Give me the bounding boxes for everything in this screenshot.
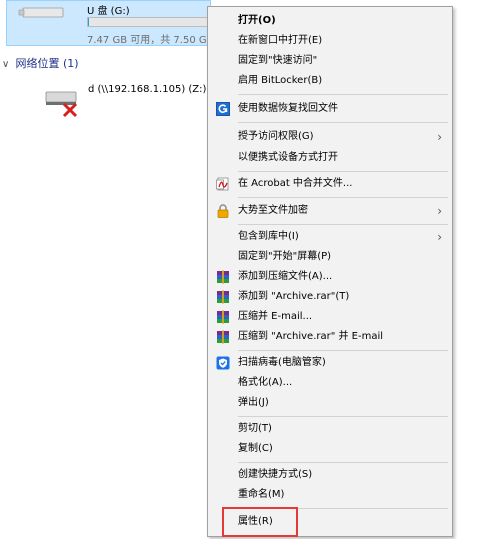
menu-item-pin-quick-access[interactable]: 固定到"快速访问" (208, 51, 452, 71)
menu-item-portable-device[interactable]: 以便携式设备方式打开 (208, 148, 452, 168)
menu-item-acrobat-merge[interactable]: 在 Acrobat 中合并文件... (208, 174, 452, 194)
winrar-icon (217, 330, 229, 344)
menu-item-scan-virus[interactable]: 扫描病毒(电脑管家) (208, 353, 452, 373)
menu-item-open[interactable]: 打开(O) (208, 11, 452, 31)
menu-item-pin-start[interactable]: 固定到"开始"屏幕(P) (208, 247, 452, 267)
winrar-icon (217, 270, 229, 284)
network-drive-name[interactable]: d (\\192.168.1.105) (Z:) (88, 84, 206, 95)
security-shield-icon (216, 356, 230, 370)
chevron-right-icon: › (437, 204, 442, 218)
menu-item-encrypt[interactable]: 大势至文件加密 › (208, 201, 452, 221)
chevron-right-icon: › (437, 130, 442, 144)
usb-drive-icon (18, 7, 64, 18)
menu-item-label: 以便携式设备方式打开 (238, 152, 338, 163)
menu-item-copy[interactable]: 复制(C) (208, 439, 452, 459)
menu-item-grant-access[interactable]: 授予访问权限(G) › (208, 127, 452, 147)
menu-item-label: 压缩并 E-mail... (238, 311, 313, 322)
menu-item-data-recovery[interactable]: 使用数据恢复找回文件 (208, 99, 452, 119)
menu-item-label: 打开(O) (238, 15, 276, 26)
properties-highlight-box (222, 507, 298, 537)
menu-item-label: 创建快捷方式(S) (238, 469, 313, 480)
winrar-icon (217, 290, 229, 304)
menu-item-add-archive-rar[interactable]: 添加到 "Archive.rar"(T) (208, 287, 452, 307)
lock-icon (217, 204, 229, 218)
menu-item-label: 固定到"开始"屏幕(P) (238, 251, 332, 262)
menu-separator (238, 122, 448, 123)
file-explorer-pane: U 盘 (G:) 7.47 GB 可用，共 7.50 G ∨ 网络位置 (1) … (0, 0, 488, 539)
menu-separator (238, 350, 448, 351)
menu-separator (238, 94, 448, 95)
chevron-right-icon: › (437, 230, 442, 244)
chevron-down-icon[interactable]: ∨ (2, 59, 12, 70)
menu-item-include-library[interactable]: 包含到库中(I) › (208, 227, 452, 247)
menu-item-label: 添加到 "Archive.rar"(T) (238, 291, 350, 302)
menu-separator (238, 462, 448, 463)
menu-item-rename[interactable]: 重命名(M) (208, 485, 452, 505)
menu-item-label: 压缩到 "Archive.rar" 并 E-mail (238, 331, 384, 342)
menu-item-label: 在新窗口中打开(E) (238, 35, 323, 46)
menu-item-label: 包含到库中(I) (238, 231, 299, 242)
menu-item-create-shortcut[interactable]: 创建快捷方式(S) (208, 465, 452, 485)
data-recovery-icon (216, 102, 230, 116)
menu-separator (238, 224, 448, 225)
network-drive-disconnected-icon[interactable] (42, 84, 84, 118)
menu-item-label: 大势至文件加密 (238, 205, 308, 216)
menu-item-label: 授予访问权限(G) (238, 131, 314, 142)
menu-item-eject[interactable]: 弹出(J) (208, 393, 452, 413)
context-menu: 打开(O) 在新窗口中打开(E) 固定到"快速访问" 启用 BitLocker(… (207, 6, 453, 537)
menu-item-enable-bitlocker[interactable]: 启用 BitLocker(B) (208, 71, 452, 91)
menu-item-label: 重命名(M) (238, 489, 285, 500)
menu-item-label: 在 Acrobat 中合并文件... (238, 178, 353, 189)
menu-item-compress-email[interactable]: 压缩并 E-mail... (208, 307, 452, 327)
menu-item-label: 复制(C) (238, 443, 273, 454)
menu-item-label: 添加到压缩文件(A)... (238, 271, 333, 282)
acrobat-icon (216, 177, 229, 191)
usb-drive-item[interactable]: U 盘 (G:) 7.47 GB 可用，共 7.50 G (6, 0, 211, 46)
drive-usage-bar (87, 17, 211, 27)
menu-item-label: 弹出(J) (238, 397, 269, 408)
menu-item-label: 剪切(T) (238, 423, 272, 434)
menu-item-label: 启用 BitLocker(B) (238, 75, 323, 86)
network-locations-header[interactable]: ∨ 网络位置 (1) (2, 55, 79, 71)
drive-name: U 盘 (G:) (87, 6, 130, 17)
menu-item-label: 固定到"快速访问" (238, 55, 318, 66)
menu-item-compress-rar-email[interactable]: 压缩到 "Archive.rar" 并 E-mail (208, 327, 452, 347)
section-title: 网络位置 (1) (15, 57, 79, 70)
menu-item-label: 格式化(A)... (238, 377, 293, 388)
menu-item-cut[interactable]: 剪切(T) (208, 419, 452, 439)
menu-separator (238, 171, 448, 172)
menu-separator (238, 197, 448, 198)
menu-separator (238, 416, 448, 417)
menu-item-label: 使用数据恢复找回文件 (238, 103, 338, 114)
winrar-icon (217, 310, 229, 324)
drive-free-space: 7.47 GB 可用，共 7.50 G (87, 35, 207, 46)
menu-item-add-archive[interactable]: 添加到压缩文件(A)... (208, 267, 452, 287)
menu-item-format[interactable]: 格式化(A)... (208, 373, 452, 393)
menu-item-open-new-window[interactable]: 在新窗口中打开(E) (208, 31, 452, 51)
menu-item-label: 扫描病毒(电脑管家) (238, 357, 326, 368)
